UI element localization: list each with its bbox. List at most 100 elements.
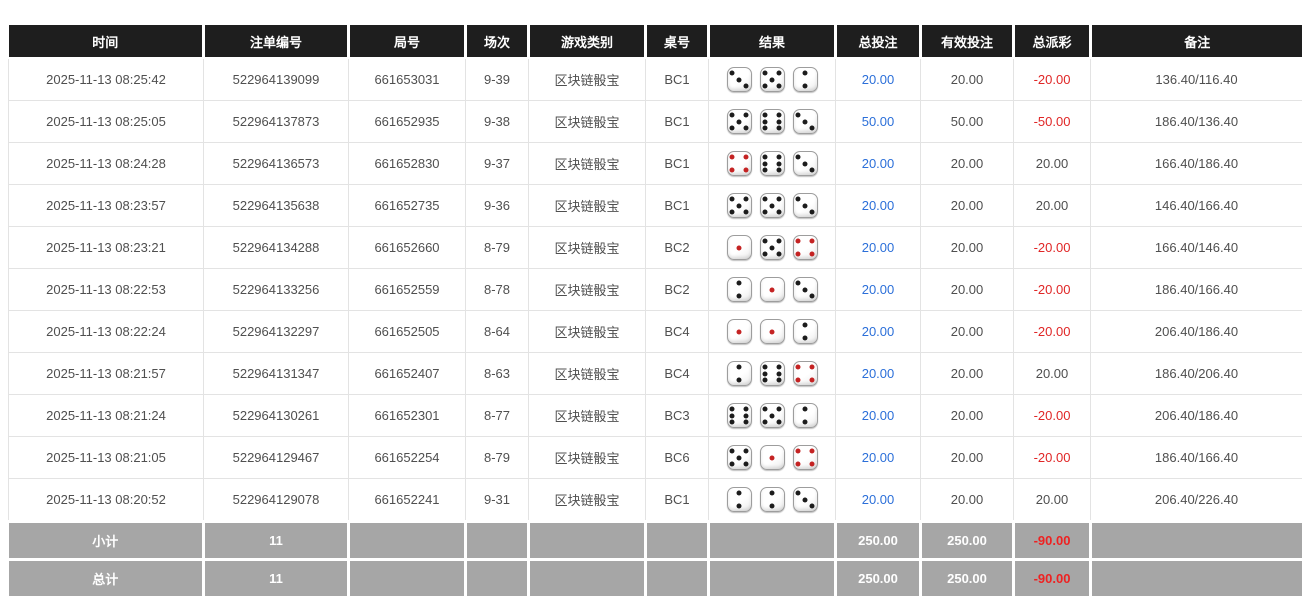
cell-valid-bet: 20.00: [921, 269, 1014, 311]
cell-time: 2025-11-13 08:21:05: [9, 437, 204, 479]
cell-total-bet[interactable]: 20.00: [836, 143, 921, 185]
table-row: 2025-11-13 08:25:42 522964139099 6616530…: [9, 58, 1302, 101]
cell-table-no: BC4: [646, 353, 709, 395]
die-face-3-icon: [793, 151, 818, 176]
die-face-2-icon: [793, 67, 818, 92]
cell-game-type: 区块链骰宝: [529, 353, 646, 395]
cell-remark: 146.40/166.40: [1091, 185, 1302, 227]
cell-time: 2025-11-13 08:20:52: [9, 479, 204, 522]
cell-session: 8-64: [466, 311, 529, 353]
header-row: 时间 注单编号 局号 场次 游戏类别 桌号 结果 总投注 有效投注 总派彩 备注: [9, 25, 1302, 58]
cell-remark: 166.40/146.40: [1091, 227, 1302, 269]
cell-total-bet[interactable]: 20.00: [836, 227, 921, 269]
dice-result: [709, 109, 835, 134]
die-face-5-icon: [760, 193, 785, 218]
cell-payout: -20.00: [1014, 395, 1091, 437]
die-face-3-icon: [793, 193, 818, 218]
die-face-1-icon: [760, 277, 785, 302]
dice-result: [709, 193, 835, 218]
cell-total-bet[interactable]: 20.00: [836, 437, 921, 479]
table-body: 2025-11-13 08:25:42 522964139099 6616530…: [9, 58, 1302, 522]
cell-session: 8-79: [466, 437, 529, 479]
cell-time: 2025-11-13 08:21:57: [9, 353, 204, 395]
cell-bet-id: 522964135638: [204, 185, 349, 227]
cell-game-type: 区块链骰宝: [529, 395, 646, 437]
cell-valid-bet: 20.00: [921, 437, 1014, 479]
cell-payout: 20.00: [1014, 185, 1091, 227]
table-row: 2025-11-13 08:21:57 522964131347 6616524…: [9, 353, 1302, 395]
cell-bet-id: 522964133256: [204, 269, 349, 311]
die-face-2-icon: [760, 487, 785, 512]
col-header-session: 场次: [466, 25, 529, 58]
bet-records-panel: 时间 注单编号 局号 场次 游戏类别 桌号 结果 总投注 有效投注 总派彩 备注…: [8, 25, 1302, 596]
cell-time: 2025-11-13 08:23:57: [9, 185, 204, 227]
summary-total-bet: 250.00: [836, 522, 921, 560]
summary-row: 总计 11 250.00 250.00 -90.00: [9, 560, 1302, 597]
die-face-6-icon: [727, 403, 752, 428]
die-face-4-icon: [727, 151, 752, 176]
cell-total-bet[interactable]: 20.00: [836, 311, 921, 353]
table-row: 2025-11-13 08:22:24 522964132297 6616525…: [9, 311, 1302, 353]
cell-session: 8-79: [466, 227, 529, 269]
cell-remark: 186.40/136.40: [1091, 101, 1302, 143]
cell-game-type: 区块链骰宝: [529, 479, 646, 522]
die-face-2-icon: [793, 403, 818, 428]
dice-result: [709, 277, 835, 302]
cell-result: [709, 185, 836, 227]
die-face-5-icon: [727, 193, 752, 218]
cell-bet-id: 522964129078: [204, 479, 349, 522]
table-row: 2025-11-13 08:23:21 522964134288 6616526…: [9, 227, 1302, 269]
cell-round-id: 661652241: [349, 479, 466, 522]
cell-result: [709, 437, 836, 479]
col-header-game-type: 游戏类别: [529, 25, 646, 58]
cell-total-bet[interactable]: 20.00: [836, 479, 921, 522]
cell-round-id: 661652660: [349, 227, 466, 269]
cell-game-type: 区块链骰宝: [529, 185, 646, 227]
cell-payout: -20.00: [1014, 437, 1091, 479]
cell-round-id: 661652407: [349, 353, 466, 395]
dice-result: [709, 445, 835, 470]
bet-records-table: 时间 注单编号 局号 场次 游戏类别 桌号 结果 总投注 有效投注 总派彩 备注…: [8, 25, 1302, 596]
cell-total-bet[interactable]: 20.00: [836, 269, 921, 311]
cell-session: 8-63: [466, 353, 529, 395]
cell-total-bet[interactable]: 20.00: [836, 58, 921, 101]
col-header-table-no: 桌号: [646, 25, 709, 58]
cell-payout: 20.00: [1014, 143, 1091, 185]
summary-valid-bet: 250.00: [921, 560, 1014, 597]
dice-result: [709, 319, 835, 344]
cell-payout: -20.00: [1014, 227, 1091, 269]
die-face-6-icon: [760, 109, 785, 134]
cell-table-no: BC3: [646, 395, 709, 437]
col-header-time: 时间: [9, 25, 204, 58]
cell-total-bet[interactable]: 50.00: [836, 101, 921, 143]
cell-table-no: BC1: [646, 185, 709, 227]
cell-total-bet[interactable]: 20.00: [836, 185, 921, 227]
cell-total-bet[interactable]: 20.00: [836, 353, 921, 395]
cell-table-no: BC4: [646, 311, 709, 353]
dice-result: [709, 151, 835, 176]
summary-row: 小计 11 250.00 250.00 -90.00: [9, 522, 1302, 560]
die-face-6-icon: [760, 151, 785, 176]
cell-session: 9-39: [466, 58, 529, 101]
cell-round-id: 661652559: [349, 269, 466, 311]
cell-valid-bet: 20.00: [921, 479, 1014, 522]
cell-session: 8-78: [466, 269, 529, 311]
cell-valid-bet: 20.00: [921, 395, 1014, 437]
die-face-4-icon: [793, 445, 818, 470]
cell-valid-bet: 20.00: [921, 227, 1014, 269]
cell-table-no: BC6: [646, 437, 709, 479]
cell-payout: -50.00: [1014, 101, 1091, 143]
cell-bet-id: 522964136573: [204, 143, 349, 185]
dice-result: [709, 235, 835, 260]
cell-payout: 20.00: [1014, 353, 1091, 395]
die-face-3-icon: [727, 67, 752, 92]
table-row: 2025-11-13 08:20:52 522964129078 6616522…: [9, 479, 1302, 522]
cell-bet-id: 522964139099: [204, 58, 349, 101]
cell-round-id: 661653031: [349, 58, 466, 101]
cell-time: 2025-11-13 08:23:21: [9, 227, 204, 269]
cell-table-no: BC1: [646, 143, 709, 185]
cell-table-no: BC1: [646, 101, 709, 143]
col-header-result: 结果: [709, 25, 836, 58]
cell-total-bet[interactable]: 20.00: [836, 395, 921, 437]
die-face-2-icon: [793, 319, 818, 344]
